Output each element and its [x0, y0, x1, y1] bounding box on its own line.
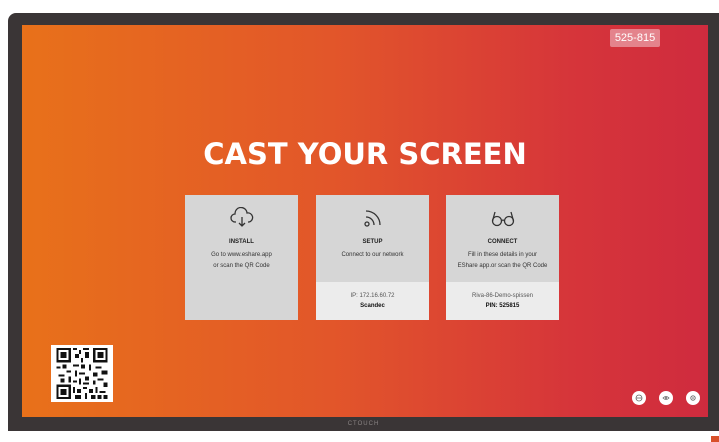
card-body-line: Connect to our network [341, 252, 404, 258]
card-heading: CONNECT [487, 239, 518, 245]
connect-card: CONNECT Fill in these details in your ES… [446, 195, 559, 320]
card-body: Connect to our network [341, 250, 403, 261]
cloud-download-icon [229, 205, 255, 231]
card-heading: SETUP [362, 239, 383, 245]
pin-code: PIN: 525815 [485, 303, 520, 309]
card-heading: INSTALL [229, 239, 254, 245]
card-body: Go to www.eshare.app or scan the QR Code [211, 250, 272, 272]
card-body: Fill in these details in your EShare app… [458, 250, 548, 272]
network-name: Scandec [360, 303, 385, 309]
gear-icon[interactable] [686, 391, 700, 405]
cast-screen: 525-815 CAST YOUR SCREEN INSTALL Go to w… [22, 25, 708, 417]
install-card: INSTALL Go to www.eshare.app or scan the… [185, 195, 298, 320]
network-ip: IP: 172.16.60.72 [350, 293, 395, 299]
qr-code-image [56, 348, 108, 399]
qr-code [51, 345, 113, 402]
power-led [711, 436, 719, 442]
card-footer: IP: 172.16.60.72 Scandec [316, 282, 429, 320]
card-body-line: Fill in these details in your [467, 252, 538, 258]
screen-code-badge: 525-815 [610, 29, 660, 47]
page-title: CAST YOUR SCREEN [203, 137, 527, 171]
settings-circle-icon[interactable] [632, 391, 646, 405]
card-body-line: Go to www.eshare.app [211, 252, 272, 258]
brand-label: CTOUCH [347, 421, 380, 427]
eye-icon[interactable] [659, 391, 673, 405]
glasses-icon [490, 205, 516, 231]
card-body-line: EShare app.or scan the QR Code [457, 263, 548, 269]
setup-card: SETUP Connect to our network IP: 172.16.… [316, 195, 429, 320]
card-body-line: or scan the QR Code [213, 263, 270, 269]
device-name: Riva-86-Demo-spissen [471, 293, 534, 299]
card-footer: Riva-86-Demo-spissen PIN: 525815 [446, 282, 559, 320]
wifi-signal-icon [360, 205, 386, 231]
